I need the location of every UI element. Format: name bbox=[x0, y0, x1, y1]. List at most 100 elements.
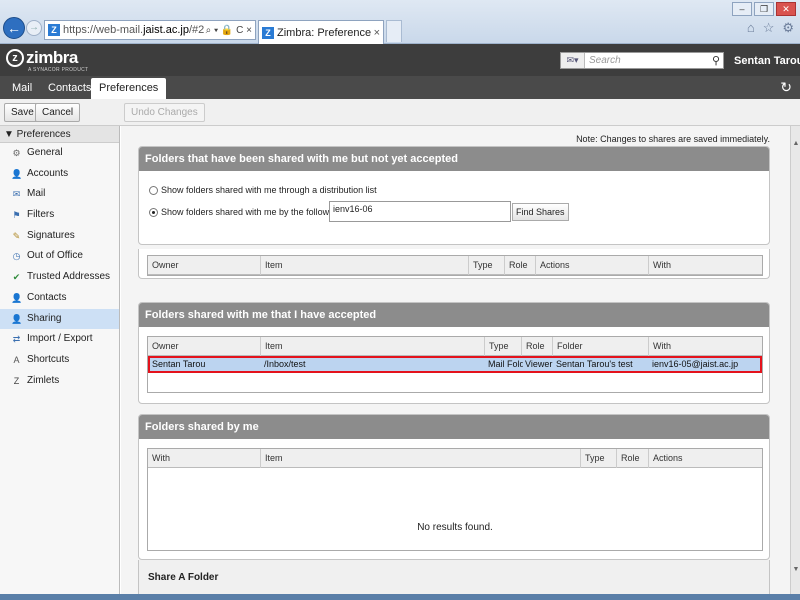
column-header-item[interactable]: Item bbox=[260, 256, 468, 275]
share-user-field[interactable]: ienv16-06 bbox=[329, 201, 511, 222]
column-header-actions[interactable]: Actions bbox=[535, 256, 648, 275]
import-export-icon: ⇄ bbox=[12, 334, 21, 345]
column-header-owner[interactable]: Owner bbox=[148, 337, 260, 356]
radio-distribution-list[interactable] bbox=[149, 185, 158, 195]
sidebar-item-label: Out of Office bbox=[27, 250, 83, 262]
restore-icon[interactable]: ❐ bbox=[754, 2, 774, 16]
zimbra-header: z zimbra A SYNACOR PRODUCT ✉▾ Search ⚲ S… bbox=[0, 44, 800, 76]
column-header-role[interactable]: Role bbox=[616, 449, 648, 468]
new-tab-button[interactable] bbox=[386, 20, 402, 42]
search-input[interactable]: Search bbox=[585, 55, 709, 66]
home-icon[interactable]: ⌂ bbox=[747, 20, 755, 36]
cell-with: ienv16-05@jaist.ac.jp bbox=[652, 359, 739, 369]
browser-tab-zimbra[interactable]: Z Zimbra: Preferences: S... × bbox=[258, 20, 384, 44]
scroll-down-icon[interactable]: ▼ bbox=[792, 566, 800, 573]
column-header-folder[interactable]: Folder bbox=[552, 337, 648, 356]
save-note: Note: Changes to shares are saved immedi… bbox=[576, 134, 770, 144]
filters-icon: ⚑ bbox=[12, 210, 21, 221]
column-header-role[interactable]: Role bbox=[521, 337, 552, 356]
sidebar-item-label: Import / Export bbox=[27, 333, 93, 345]
sidebar-item-out-of-office[interactable]: ◷ Out of Office bbox=[0, 246, 119, 267]
column-header-with[interactable]: With bbox=[148, 449, 260, 468]
sidebar-item-import-export[interactable]: ⇄ Import / Export bbox=[0, 329, 119, 350]
out-of-office-icon: ◷ bbox=[12, 251, 21, 262]
browser-tools: ⌂ ☆ ⚙ bbox=[747, 20, 794, 36]
column-header-role[interactable]: Role bbox=[504, 256, 535, 275]
zimbra-favicon-icon: Z bbox=[48, 24, 60, 36]
pending-grid-header: Owner Item Type Role Actions With bbox=[148, 256, 762, 275]
vertical-scrollbar[interactable]: ▲ ▼ bbox=[790, 126, 800, 600]
accounts-icon: 👤 bbox=[11, 168, 23, 179]
address-bar[interactable]: Z https://web-mail.jaist.ac.jp/#2 ⌕ ▾ 🔒 … bbox=[44, 20, 256, 40]
sidebar-item-label: Shortcuts bbox=[27, 353, 70, 365]
shared-by-me-section: Folders shared by me With Item Type Role Act… bbox=[138, 414, 770, 560]
user-menu[interactable]: Sentan Tarou ▾ bbox=[734, 54, 800, 67]
column-header-with[interactable]: With bbox=[648, 337, 764, 356]
address-url[interactable]: https://web-mail.jaist.ac.jp/#2 bbox=[63, 24, 206, 36]
logo-text: zimbra bbox=[26, 48, 78, 67]
sidebar-item-label: Trusted Addresses bbox=[27, 271, 111, 283]
zimbra-favicon-icon: Z bbox=[262, 26, 274, 39]
column-header-type[interactable]: Type bbox=[484, 337, 521, 356]
close-icon[interactable]: ✕ bbox=[776, 2, 796, 16]
shortcuts-icon: A bbox=[13, 354, 20, 365]
table-row[interactable]: Sentan Tarou /Inbox/test Mail Folder Vie… bbox=[148, 356, 762, 373]
address-icons[interactable]: ⌕ ▾ 🔒 C × bbox=[206, 25, 252, 36]
radio-by-user[interactable] bbox=[149, 207, 158, 217]
undo-changes-button[interactable]: Undo Changes bbox=[124, 103, 205, 122]
column-header-owner[interactable]: Owner bbox=[148, 256, 260, 275]
accepted-shares-title: Folders shared with me that I have accep… bbox=[139, 303, 769, 327]
tab-close-icon[interactable]: × bbox=[374, 27, 380, 39]
toolbar: Save Cancel Undo Changes bbox=[0, 99, 800, 126]
sidebar-item-signatures[interactable]: ✎ Signatures bbox=[0, 226, 119, 247]
logo-tagline: A SYNACOR PRODUCT bbox=[28, 67, 89, 73]
sidebar-item-contacts[interactable]: 👤 Contacts bbox=[0, 288, 119, 309]
window-controls: – ❐ ✕ bbox=[732, 2, 796, 16]
search-box[interactable]: ✉▾ Search ⚲ bbox=[560, 52, 724, 69]
sidebar-item-general[interactable]: ⚙ General bbox=[0, 143, 119, 164]
option-distribution-list[interactable]: Show folders shared with me through a di… bbox=[149, 185, 377, 195]
browser-tab-title: Zimbra: Preferences: S... bbox=[277, 26, 371, 39]
signature-icon: ✎ bbox=[12, 230, 21, 241]
find-shares-button[interactable]: Find Shares bbox=[512, 203, 569, 221]
column-header-with[interactable]: With bbox=[648, 256, 764, 275]
sidebar-item-shortcuts[interactable]: A Shortcuts bbox=[0, 350, 119, 371]
forward-button[interactable]: → bbox=[26, 20, 42, 36]
pending-shares-title: Folders that have been shared with me bu… bbox=[139, 147, 769, 171]
preferences-sidebar: ▼ Preferences ⚙ General 👤 Accounts ✉ Mail ⚑ Fil… bbox=[0, 126, 120, 600]
search-icon[interactable]: ⚲ bbox=[709, 54, 723, 67]
zimbra-logo: z zimbra A SYNACOR PRODUCT bbox=[6, 48, 88, 73]
column-header-actions[interactable]: Actions bbox=[648, 449, 764, 468]
sidebar-item-label: Mail bbox=[27, 188, 46, 200]
sidebar-item-filters[interactable]: ⚑ Filters bbox=[0, 205, 119, 226]
tab-preferences[interactable]: Preferences bbox=[91, 78, 167, 99]
search-type-dropdown[interactable]: ✉▾ bbox=[561, 53, 585, 68]
sidebar-item-sharing[interactable]: 👤 Sharing bbox=[0, 308, 119, 330]
settings-gear-icon[interactable]: ⚙ bbox=[782, 20, 794, 36]
scroll-up-icon[interactable]: ▲ bbox=[792, 140, 800, 147]
sidebar-item-accounts[interactable]: 👤 Accounts bbox=[0, 164, 119, 185]
sharing-icon: 👤 bbox=[11, 313, 23, 324]
column-header-item[interactable]: Item bbox=[260, 337, 484, 356]
column-header-type[interactable]: Type bbox=[580, 449, 616, 468]
sidebar-item-zimlets[interactable]: Z Zimlets bbox=[0, 371, 119, 392]
cell-type: Mail Folder bbox=[488, 359, 523, 369]
column-header-item[interactable]: Item bbox=[260, 449, 580, 468]
gear-icon: ⚙ bbox=[12, 148, 21, 158]
tab-mail[interactable]: Mail bbox=[4, 78, 40, 99]
browser-chrome: – ❐ ✕ ← → Z https://web-mail.jaist.ac.jp… bbox=[0, 0, 800, 44]
zimbra-logo-icon: z bbox=[6, 49, 24, 67]
sidebar-header[interactable]: ▼ Preferences bbox=[0, 126, 119, 143]
favorites-star-icon[interactable]: ☆ bbox=[763, 20, 775, 36]
shield-icon: ✔ bbox=[12, 272, 21, 283]
sidebar-item-label: Contacts bbox=[27, 291, 67, 303]
sidebar-item-label: Sharing bbox=[27, 312, 62, 324]
sidebar-item-trusted-addresses[interactable]: ✔ Trusted Addresses bbox=[0, 267, 119, 288]
minimize-icon[interactable]: – bbox=[732, 2, 752, 16]
sidebar-item-mail[interactable]: ✉ Mail bbox=[0, 184, 119, 205]
column-header-type[interactable]: Type bbox=[468, 256, 504, 275]
cancel-button[interactable]: Cancel bbox=[35, 103, 81, 122]
back-button[interactable]: ← bbox=[3, 17, 25, 39]
sidebar-item-label: Signatures bbox=[27, 229, 75, 241]
refresh-icon[interactable]: ↻ bbox=[780, 79, 792, 96]
